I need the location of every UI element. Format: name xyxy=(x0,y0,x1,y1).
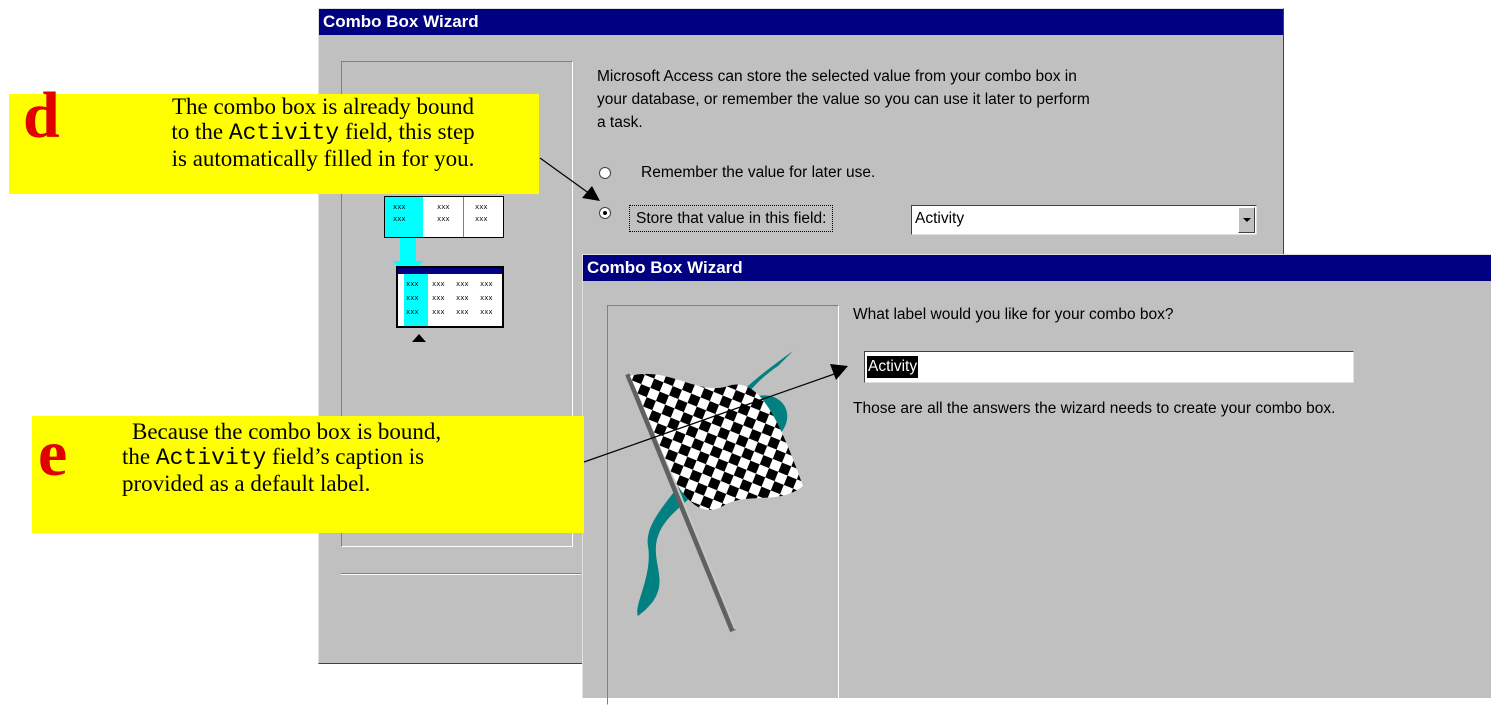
callout-e-line2: the Activity field’s caption is xyxy=(122,444,425,471)
option-store-label[interactable]: Store that value in this field: xyxy=(629,205,834,232)
store-field-combo[interactable]: Activity xyxy=(911,205,1257,235)
option-remember-label[interactable]: Remember the value for later use. xyxy=(641,161,875,184)
radio-selected-dot xyxy=(603,211,607,215)
callout-d-letter: d xyxy=(23,79,60,152)
wizard2-title-bar: Combo Box Wizard xyxy=(583,255,1491,281)
radio-remember-value[interactable] xyxy=(599,167,611,179)
illustration-source-table: xxx xxx xxx xxx xxx xxx xyxy=(384,196,504,238)
label-textbox[interactable]: Activity xyxy=(864,351,1354,383)
wizard1-button-divider xyxy=(341,573,581,575)
callout-e-line1: Because the combo box is bound, xyxy=(132,419,442,444)
callout-e-letter: e xyxy=(38,417,68,490)
combo-box-wizard-window-2: Combo Box Wizard What label would you li… xyxy=(582,254,1491,705)
callout-d-line3: is automatically filled in for you. xyxy=(171,146,475,171)
illustration-down-arrow xyxy=(400,238,416,262)
wizard2-illustration-panel xyxy=(607,305,839,705)
callout-d-line1: The combo box is already bound xyxy=(171,94,475,119)
radio-store-value[interactable] xyxy=(599,207,611,219)
checkered-flag-icon xyxy=(625,351,803,633)
chevron-down-icon[interactable] xyxy=(1238,207,1255,233)
wizard1-title-bar: Combo Box Wizard xyxy=(319,9,1283,35)
wizard2-question: What label would you like for your combo… xyxy=(853,306,1174,323)
callout-d: d The combo box is already bound to the … xyxy=(9,83,539,194)
label-textbox-selection: Activity xyxy=(867,356,919,378)
callout-e-text: Because the combo box is bound, the Acti… xyxy=(122,419,542,496)
callout-d-line2: to the Activity field, this step xyxy=(171,119,475,146)
illustration-destination-table: xxx xxx xxx xxx xxx xxx xxx xxx xxx xxx … xyxy=(396,266,504,328)
store-field-value: Activity xyxy=(915,210,965,227)
callout-e-line3: provided as a default label. xyxy=(122,471,371,496)
wizard1-description: Microsoft Access can store the selected … xyxy=(597,68,1090,131)
callout-d-text: The combo box is already bound to the Ac… xyxy=(109,94,537,171)
wizard2-finish-text: Those are all the answers the wizard nee… xyxy=(853,400,1336,417)
callout-e: e Because the combo box is bound, the Ac… xyxy=(32,416,584,533)
illustration-pointer-icon xyxy=(412,334,426,342)
